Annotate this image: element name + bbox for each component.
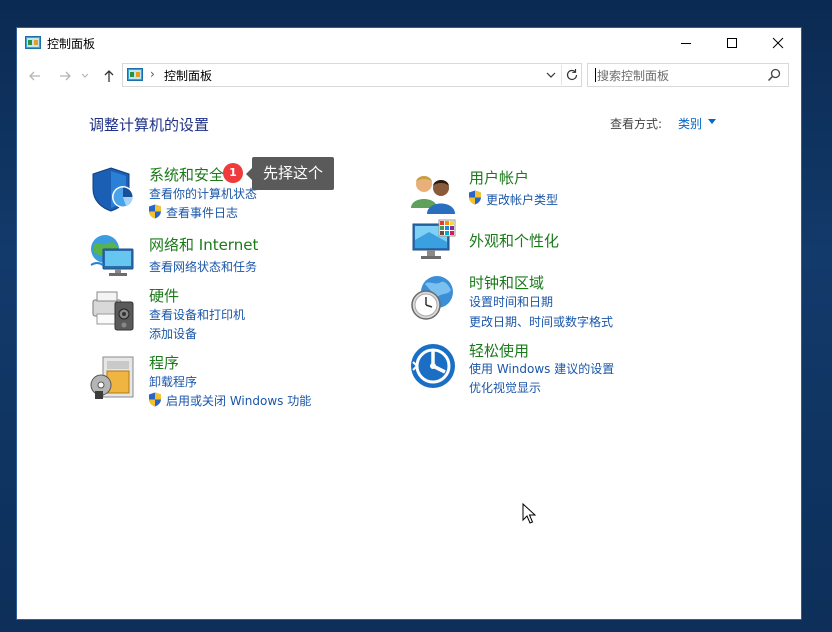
link-windows-features[interactable]: 启用或关闭 Windows 功能 [166,392,311,409]
hardware-sound-icon[interactable] [89,286,137,334]
chevron-down-icon [81,73,89,78]
mouse-cursor-icon [522,503,536,524]
maximize-button[interactable] [709,28,755,58]
view-by-dropdown[interactable]: 类别 [678,115,702,132]
category-programs[interactable]: 程序 [149,352,179,373]
maximize-icon [727,38,737,48]
clock-region-icon[interactable] [409,274,457,322]
back-button[interactable] [25,66,45,86]
link-view-event-logs[interactable]: 查看事件日志 [166,204,238,221]
search-placeholder: 搜索控制面板 [597,69,670,83]
refresh-button[interactable] [561,65,582,85]
uac-shield-icon [149,392,161,407]
address-dropdown-button[interactable] [543,67,559,83]
minimize-icon [681,43,691,44]
up-button[interactable] [99,66,119,86]
back-arrow-icon [29,71,40,81]
minimize-button[interactable] [663,28,709,58]
window-title: 控制面板 [47,37,96,51]
link-add-device[interactable]: 添加设备 [149,325,197,342]
category-ease-of-access[interactable]: 轻松使用 [469,340,529,361]
link-change-account-type[interactable]: 更改帐户类型 [486,191,558,208]
search-box[interactable]: 搜索控制面板 [587,63,789,87]
breadcrumb-control-panel[interactable]: 控制面板 [164,67,212,84]
ease-of-access-icon[interactable] [409,342,457,390]
link-optimize-visual-display[interactable]: 优化视觉显示 [469,379,541,396]
forward-arrow-icon [60,71,71,81]
user-accounts-icon[interactable] [409,168,457,216]
programs-icon[interactable] [89,353,137,401]
system-security-icon[interactable] [89,165,137,213]
address-bar[interactable]: › 控制面板 [122,63,582,87]
link-set-time-date[interactable]: 设置时间和日期 [469,293,553,310]
category-user-accounts[interactable]: 用户帐户 [469,167,529,188]
network-internet-icon[interactable] [89,231,137,279]
text-caret [595,68,596,82]
refresh-icon [566,69,578,81]
link-uninstall-program[interactable]: 卸载程序 [149,373,197,390]
uac-shield-icon [149,204,161,219]
navigation-bar: › 控制面板 搜索控制面板 [17,61,801,91]
view-by-label: 查看方式: [610,117,663,131]
chevron-down-icon[interactable] [708,119,716,124]
category-appearance-personalization[interactable]: 外观和个性化 [469,230,559,251]
page-heading: 调整计算机的设置 [89,116,210,134]
link-view-devices-printers[interactable]: 查看设备和打印机 [149,306,245,323]
uac-shield-icon [469,190,481,205]
forward-button[interactable] [55,66,75,86]
step-badge: 1 [223,163,243,183]
category-clock-region[interactable]: 时钟和区域 [469,272,544,293]
title-bar[interactable]: 控制面板 [17,28,801,58]
chevron-down-icon [546,72,556,78]
link-use-recommended-settings[interactable]: 使用 Windows 建议的设置 [469,360,614,377]
control-panel-icon [127,68,143,81]
link-view-network-status[interactable]: 查看网络状态和任务 [149,258,257,275]
annotation-tooltip: 先择这个 [246,157,334,190]
category-system-security[interactable]: 系统和安全 [149,164,224,185]
control-panel-window: 控制面板 › 控制面板 搜索控制面板 调整计算机的设置 查看方式: 类别 系统和… [16,27,802,620]
recent-locations-button[interactable] [79,66,91,86]
link-change-formats[interactable]: 更改日期、时间或数字格式 [469,313,613,330]
link-view-computer-status[interactable]: 查看你的计算机状态 [149,185,257,202]
category-network-internet[interactable]: 网络和 Internet [149,234,258,255]
close-icon [772,37,784,49]
category-hardware[interactable]: 硬件 [149,285,179,306]
appearance-icon[interactable] [409,218,457,266]
breadcrumb-separator[interactable]: › [150,67,155,81]
up-arrow-icon [104,70,114,82]
control-panel-icon [25,36,41,49]
search-icon[interactable] [766,67,782,83]
close-button[interactable] [755,28,801,58]
